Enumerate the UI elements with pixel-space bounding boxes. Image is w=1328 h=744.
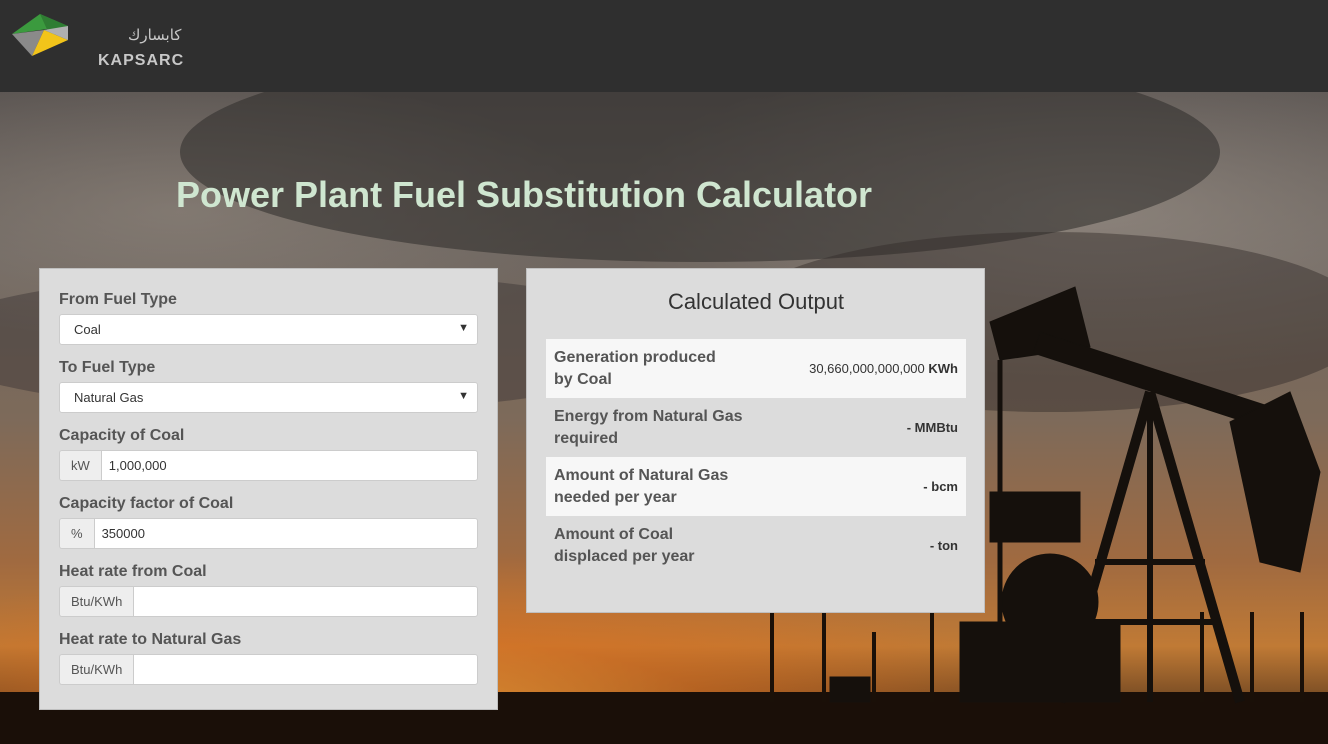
capacity-factor-label: Capacity factor of Coal (59, 495, 234, 512)
chevron-down-icon: ▼ (458, 390, 469, 402)
heat-rate-from-label: Heat rate from Coal (59, 563, 207, 580)
output-row-value: - ton (930, 538, 958, 553)
from-fuel-label: From Fuel Type (59, 291, 177, 308)
capacity-input[interactable]: 1,000,000 (100, 450, 478, 481)
to-fuel-select-value: Natural Gas (74, 390, 144, 405)
output-label-line1: Amount of Natural Gas (554, 466, 729, 484)
kapsarc-logo[interactable]: كابسارك KAPSARC (10, 12, 190, 69)
output-value-unit: KWh (928, 361, 958, 376)
output-row-label: Generation produced by Coal (554, 347, 754, 391)
output-row-energy: Energy from Natural Gas required - MMBtu (546, 398, 966, 457)
from-fuel-select-value: Coal (74, 322, 101, 337)
heat-rate-from-input[interactable] (133, 586, 478, 617)
to-fuel-label: To Fuel Type (59, 359, 156, 376)
from-fuel-select[interactable]: Coal ▼ (59, 314, 478, 345)
output-label-line2: displaced per year (554, 547, 695, 565)
output-row-value: - bcm (923, 479, 958, 494)
output-panel: Calculated Output Generation produced by… (526, 268, 985, 613)
heat-rate-to-label: Heat rate to Natural Gas (59, 631, 242, 648)
hero-background: Power Plant Fuel Substitution Calculator… (0, 92, 1328, 744)
to-fuel-select[interactable]: Natural Gas ▼ (59, 382, 478, 413)
capacity-factor-unit-addon: % (59, 518, 94, 549)
logo-english-text: KAPSARC (98, 52, 185, 69)
capacity-unit-addon: kW (59, 450, 101, 481)
output-row-coal-displaced: Amount of Coal displaced per year - ton (546, 516, 966, 575)
output-row-value: 30,660,000,000,000 KWh (809, 361, 958, 376)
output-label-line2: needed per year (554, 488, 677, 506)
heat-rate-from-input-group: Btu/KWh (59, 586, 478, 617)
output-label-line2: required (554, 429, 619, 447)
output-value-number: - (906, 420, 912, 435)
output-row-gas-amount: Amount of Natural Gas needed per year - … (546, 457, 966, 516)
output-value-number: 30,660,000,000,000 (809, 361, 925, 376)
output-value-unit: ton (937, 538, 958, 553)
capacity-factor-input[interactable]: 350000 (93, 518, 478, 549)
output-row-label: Amount of Coal displaced per year (554, 524, 754, 568)
output-row-value: - MMBtu (907, 420, 958, 435)
output-value-number: - (929, 538, 935, 553)
output-label-line1: Amount of Coal (554, 525, 674, 543)
heat-rate-to-input-group: Btu/KWh (59, 654, 478, 685)
chevron-down-icon: ▼ (458, 322, 469, 334)
output-row-generation: Generation produced by Coal 30,660,000,0… (546, 339, 966, 398)
output-row-label: Energy from Natural Gas required (554, 406, 754, 450)
output-title: Calculated Output (667, 289, 845, 314)
output-value-unit: MMBtu (914, 420, 958, 435)
top-navbar: كابسارك KAPSARC (0, 0, 1328, 92)
output-label-line2: by Coal (554, 370, 612, 388)
capacity-label: Capacity of Coal (59, 427, 185, 444)
logo-arabic-text: كابسارك (128, 26, 182, 44)
output-row-label: Amount of Natural Gas needed per year (554, 465, 754, 509)
page-title: Power Plant Fuel Substitution Calculator (176, 174, 873, 215)
output-value-number: - (923, 479, 928, 494)
heat-rate-to-input[interactable] (133, 654, 478, 685)
heat-rate-to-unit-addon: Btu/KWh (59, 654, 134, 685)
output-label-line1: Generation produced (554, 348, 716, 366)
output-label-line1: Energy from Natural Gas (554, 407, 743, 425)
output-value-unit: bcm (931, 479, 958, 494)
capacity-input-group: kW 1,000,000 (59, 450, 478, 481)
logo-mark-icon (12, 14, 68, 56)
heat-rate-from-unit-addon: Btu/KWh (59, 586, 134, 617)
input-form-panel: From Fuel Type Coal ▼ To Fuel Type Natur… (39, 268, 498, 710)
capacity-factor-input-group: % 350000 (59, 518, 478, 549)
